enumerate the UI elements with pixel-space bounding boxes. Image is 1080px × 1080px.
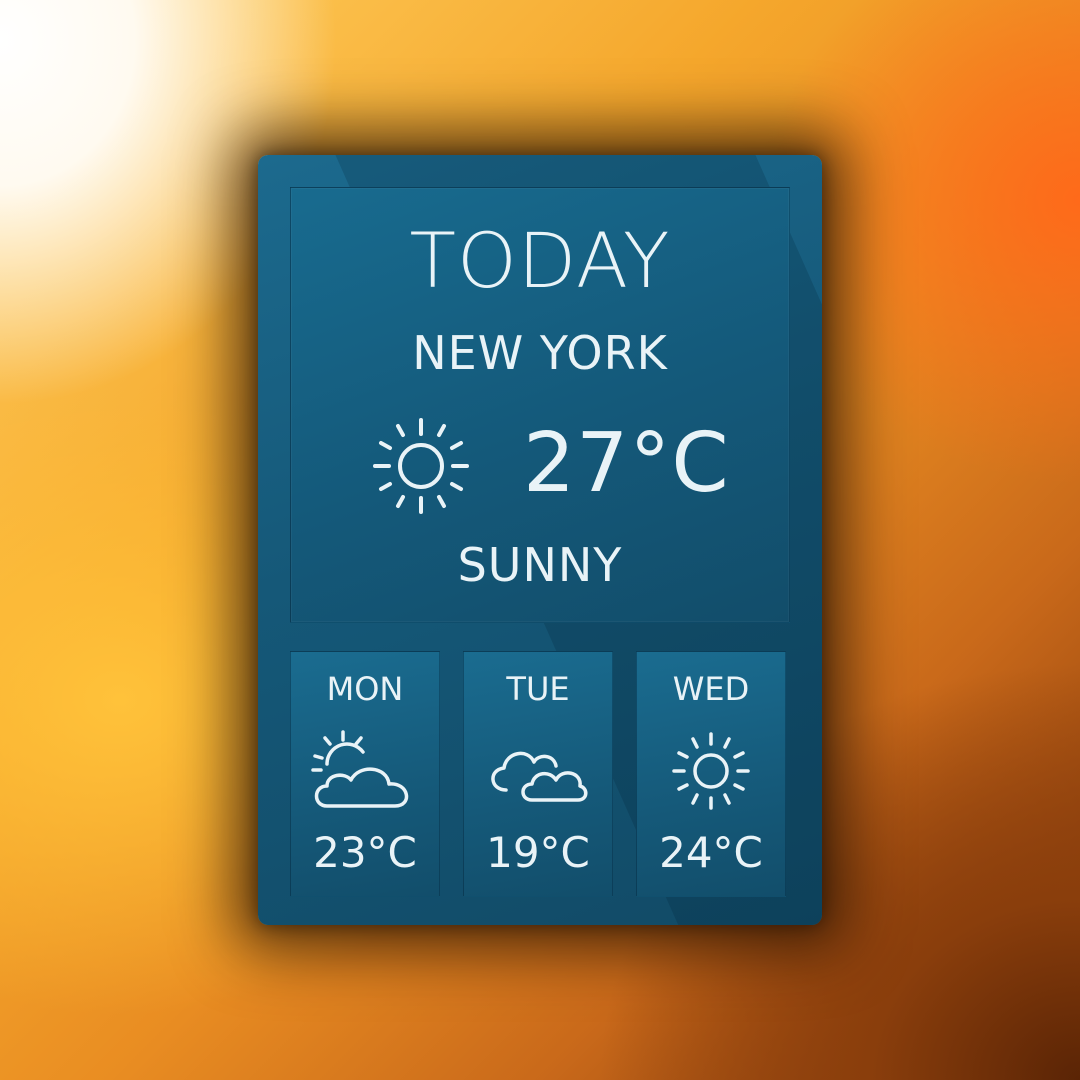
city-name: NEW YORK (412, 326, 668, 380)
forecast-day-label: WED (672, 670, 750, 708)
forecast-temperature: 19°C (486, 828, 590, 877)
forecast-card-mon[interactable]: MON 23°C (290, 651, 440, 897)
forecast-temperature: 23°C (313, 828, 417, 877)
cloudy-icon (478, 728, 598, 814)
weather-widget: TODAY NEW YORK 27°C SUNNY MON 23°C TUE 1… (258, 155, 822, 925)
weather-condition: SUNNY (457, 538, 623, 592)
partly-cloudy-icon (305, 728, 425, 814)
sun-icon (369, 414, 473, 518)
forecast-card-tue[interactable]: TUE 19°C (463, 651, 613, 897)
forecast-card-wed[interactable]: WED 24°C (636, 651, 786, 897)
forecast-day-label: TUE (506, 670, 570, 708)
current-temperature: 27°C (523, 416, 730, 511)
forecast-day-label: MON (326, 670, 404, 708)
today-title: TODAY (409, 216, 671, 305)
forecast-temperature: 24°C (659, 828, 763, 877)
sun-icon (651, 728, 771, 814)
today-panel[interactable]: TODAY NEW YORK 27°C SUNNY (290, 187, 790, 623)
